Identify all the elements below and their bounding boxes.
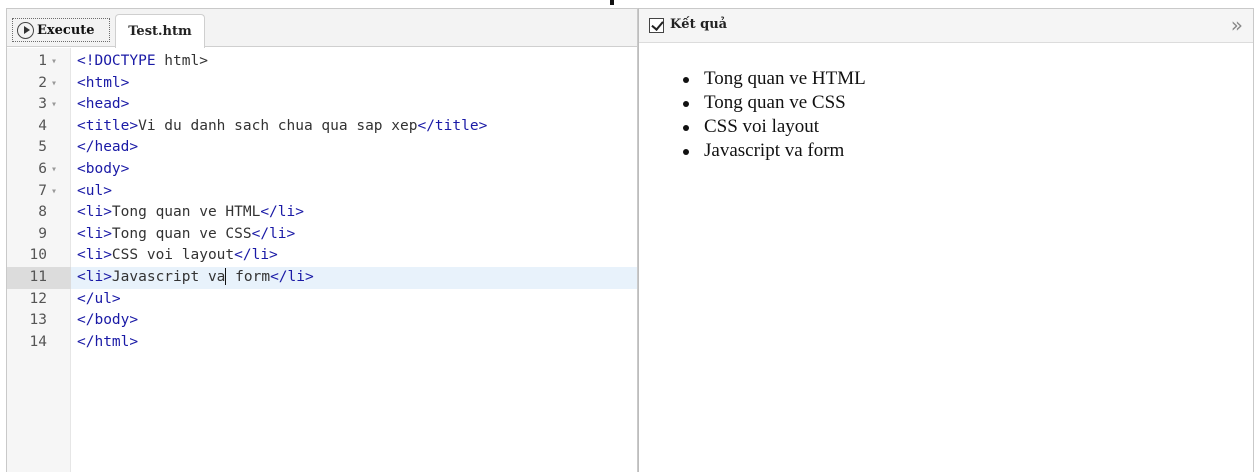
html-tag-token: </head> (77, 139, 139, 156)
result-title: Kết quả (670, 17, 728, 32)
fold-toggle-icon[interactable]: ▾ (51, 181, 57, 203)
html-tag-token: </title> (417, 117, 488, 134)
html-tag-token: </li> (260, 204, 304, 221)
code-line[interactable]: 14 </html> (7, 332, 637, 354)
html-tag-token: <body> (77, 160, 130, 177)
html-tag-token: </li> (270, 268, 314, 285)
code-text: <li>Tong quan ve CSS</li> (77, 224, 295, 246)
list-item: CSS voi layout (679, 115, 866, 139)
line-number: 7 (38, 182, 47, 199)
code-line[interactable]: 12 </ul> (7, 289, 637, 311)
code-text: <head> (77, 94, 129, 116)
text-token: CSS voi layout (111, 247, 235, 264)
list-item: Tong quan ve CSS (679, 91, 866, 115)
code-text: <body> (77, 159, 129, 181)
code-text: <title>Vi du danh sach chua qua sap xep<… (77, 116, 487, 138)
line-number: 1 (38, 53, 47, 69)
code-text: </body> (77, 310, 138, 332)
html-tag-token: </li> (234, 247, 278, 264)
line-number: 10 (29, 247, 47, 264)
code-text: <li>Tong quan ve HTML</li> (77, 202, 304, 224)
code-line[interactable]: 1 ▾ <!DOCTYPE html> (7, 51, 637, 73)
html-tag-token: <ul> (77, 182, 112, 199)
editor-pane: Execute Test.htm 1 ▾ <!DOCTYPE html> 2 ▾ <htm… (6, 8, 638, 472)
code-line[interactable]: 11 <li>Javascript va form</li> (7, 266, 637, 289)
code-line[interactable]: 4 <title>Vi du danh sach chua qua sap xep… (7, 116, 637, 138)
code-text: <html> (77, 73, 129, 95)
result-pane: Kết quả » Tong quan ve HTML Tong quan ve… (638, 8, 1254, 472)
html-tag-token: <title> (77, 117, 139, 134)
checkbox-icon (649, 18, 664, 33)
html-tag-token: <!DOCTYPE (77, 53, 156, 69)
code-text: </html> (77, 332, 138, 354)
html-tag-token: <head> (77, 96, 130, 113)
code-line[interactable]: 7 ▾ <ul> (7, 181, 637, 203)
text-token: form (226, 268, 271, 285)
html-tag-token: <li> (77, 225, 112, 242)
line-number: 5 (38, 139, 47, 156)
line-number: 2 (38, 74, 47, 91)
fold-toggle-icon[interactable]: ▾ (51, 73, 57, 95)
execute-button[interactable]: Execute (12, 18, 110, 42)
text-token: Tong quan ve HTML (111, 204, 261, 221)
line-number: 12 (29, 290, 47, 307)
line-number: 14 (29, 333, 47, 350)
code-line[interactable]: 8 <li>Tong quan ve HTML</li> (7, 202, 637, 224)
html-tag-token: </ul> (77, 290, 121, 307)
fold-toggle-icon[interactable]: ▾ (51, 159, 57, 181)
code-text: <li>Javascript va form</li> (77, 267, 314, 289)
line-number: 6 (38, 160, 47, 177)
html-tag-token: <html> (77, 74, 130, 91)
editor-tabbar: Execute Test.htm (7, 9, 637, 48)
code-text: </head> (77, 137, 138, 159)
text-token: html> (155, 53, 208, 69)
code-text: <li>CSS voi layout</li> (77, 245, 278, 267)
top-edge-mark (610, 0, 614, 5)
code-line[interactable]: 6 ▾ <body> (7, 159, 637, 181)
play-circle-icon (17, 21, 34, 39)
execute-label: Execute (37, 22, 95, 38)
code-line[interactable]: 10 <li>CSS voi layout</li> (7, 245, 637, 267)
result-output: Tong quan ve HTML Tong quan ve CSS CSS v… (679, 67, 866, 163)
list-item: Tong quan ve HTML (679, 67, 866, 91)
html-tag-token: <li> (77, 247, 112, 264)
code-text: </ul> (77, 289, 121, 311)
line-number: 9 (38, 225, 47, 242)
text-token: Vi du danh sach chua qua sap xep (138, 117, 418, 134)
tab-test-htm[interactable]: Test.htm (115, 14, 205, 48)
text-token: Tong quan ve CSS (111, 225, 252, 242)
result-list: Tong quan ve HTML Tong quan ve CSS CSS v… (679, 67, 866, 163)
result-header: Kết quả » (639, 9, 1253, 43)
code-lines[interactable]: 1 ▾ <!DOCTYPE html> 2 ▾ <html> 3 ▾ <head> 4 <title… (7, 51, 637, 353)
double-chevron-right-icon[interactable]: » (1231, 13, 1243, 37)
code-editor[interactable]: 1 ▾ <!DOCTYPE html> 2 ▾ <html> 3 ▾ <head> 4 <title… (7, 48, 637, 472)
fold-toggle-icon[interactable]: ▾ (51, 51, 57, 73)
code-line[interactable]: 5 </head> (7, 137, 637, 159)
html-tag-token: <li> (77, 204, 112, 221)
code-line[interactable]: 2 ▾ <html> (7, 73, 637, 95)
code-text: <ul> (77, 181, 112, 203)
html-tag-token: <li> (77, 268, 112, 285)
code-text: <!DOCTYPE html> (77, 51, 208, 73)
text-token: Javascript va (111, 268, 226, 285)
line-number: 8 (38, 204, 47, 221)
file-tab-label: Test.htm (128, 24, 192, 39)
code-line[interactable]: 13 </body> (7, 310, 637, 332)
line-number: 13 (29, 312, 47, 329)
code-line[interactable]: 9 <li>Tong quan ve CSS</li> (7, 224, 637, 246)
code-line[interactable]: 3 ▾ <head> (7, 94, 637, 116)
html-tag-token: </li> (251, 225, 296, 242)
html-tag-token: </body> (77, 312, 139, 329)
line-number: 11 (29, 268, 47, 285)
fold-toggle-icon[interactable]: ▾ (51, 94, 57, 116)
line-number: 3 (38, 96, 47, 113)
line-number: 4 (38, 117, 47, 134)
html-tag-token: </html> (77, 333, 139, 350)
list-item: Javascript va form (679, 139, 866, 163)
